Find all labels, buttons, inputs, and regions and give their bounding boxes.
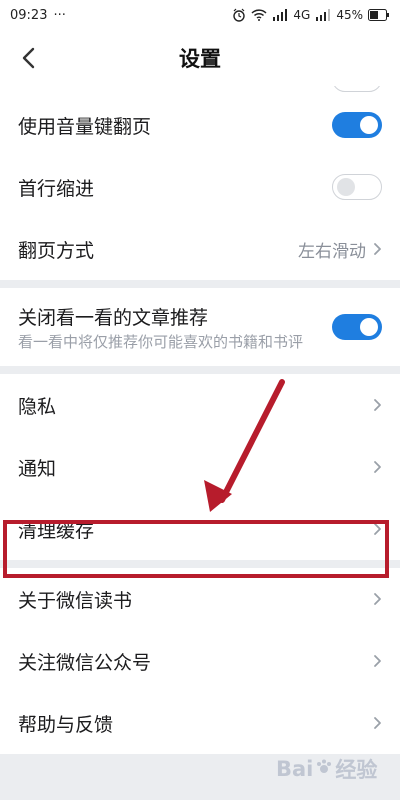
privacy-label: 隐私 xyxy=(18,395,57,418)
toggle-partial xyxy=(332,86,382,92)
chevron-right-icon xyxy=(374,243,381,255)
chevron-right-icon xyxy=(374,593,381,605)
clear-cache-row[interactable]: 清理缓存 xyxy=(0,498,400,560)
section-divider xyxy=(0,560,400,568)
watermark-brand-2: 经验 xyxy=(335,758,378,782)
reading-settings-group: 使用音量键翻页 首行缩进 翻页方式 左右滑动 xyxy=(0,86,400,280)
close-recommend-label: 关闭看一看的文章推荐 xyxy=(18,306,209,329)
page-title: 设置 xyxy=(179,47,221,71)
first-line-indent-label: 首行缩进 xyxy=(18,177,95,200)
chevron-right-icon xyxy=(374,399,381,411)
previous-row-peek xyxy=(0,86,400,94)
close-recommend-toggle[interactable] xyxy=(332,314,382,340)
page-turn-mode-label: 翻页方式 xyxy=(18,239,95,262)
close-recommend-row[interactable]: 关闭看一看的文章推荐 看一看中将仅推荐你可能喜欢的书籍和书评 xyxy=(0,288,400,366)
follow-official-account-label: 关注微信公众号 xyxy=(18,651,152,674)
baidu-watermark: Bai 经验 xyxy=(276,746,396,792)
help-feedback-label: 帮助与反馈 xyxy=(18,713,114,736)
volume-page-turn-toggle[interactable] xyxy=(332,112,382,138)
about-wechat-read-row[interactable]: 关于微信读书 xyxy=(0,568,400,630)
battery-percent: 45% xyxy=(336,8,363,22)
page-turn-mode-row[interactable]: 翻页方式 左右滑动 xyxy=(0,218,400,280)
first-line-indent-toggle[interactable] xyxy=(332,174,382,200)
status-bar: 09:23 ··· 4G 45% xyxy=(0,0,400,30)
wifi-icon xyxy=(251,9,267,21)
about-settings-group: 关于微信读书 关注微信公众号 帮助与反馈 xyxy=(0,568,400,754)
section-divider xyxy=(0,366,400,374)
status-dots: ··· xyxy=(53,7,66,23)
network-type: 4G xyxy=(293,8,311,22)
chevron-right-icon xyxy=(374,523,381,535)
battery-icon xyxy=(368,9,390,21)
volume-page-turn-label: 使用音量键翻页 xyxy=(18,115,152,138)
clear-cache-label: 清理缓存 xyxy=(18,519,95,542)
chevron-right-icon xyxy=(374,461,381,473)
chevron-right-icon xyxy=(374,717,381,729)
notification-row[interactable]: 通知 xyxy=(0,436,400,498)
notification-label: 通知 xyxy=(18,457,57,480)
watermark-brand: Bai xyxy=(276,757,314,781)
settings-list: 使用音量键翻页 首行缩进 翻页方式 左右滑动 关闭看一看的文章推荐 看一看中将仅… xyxy=(0,86,400,754)
alarm-icon xyxy=(232,8,246,22)
volume-page-turn-row[interactable]: 使用音量键翻页 xyxy=(0,94,400,156)
chevron-right-icon xyxy=(374,655,381,667)
section-divider xyxy=(0,280,400,288)
privacy-settings-group: 隐私 通知 清理缓存 xyxy=(0,374,400,560)
signal-icon xyxy=(315,9,331,21)
chevron-left-icon xyxy=(22,47,35,69)
toggle-knob xyxy=(360,318,378,336)
first-line-indent-row[interactable]: 首行缩进 xyxy=(0,156,400,218)
recommend-settings-group: 关闭看一看的文章推荐 看一看中将仅推荐你可能喜欢的书籍和书评 xyxy=(0,288,400,366)
about-wechat-read-label: 关于微信读书 xyxy=(18,589,133,612)
paw-icon xyxy=(315,757,333,781)
toggle-knob xyxy=(360,116,378,134)
signal-icon xyxy=(272,9,288,21)
follow-official-account-row[interactable]: 关注微信公众号 xyxy=(0,630,400,692)
back-button[interactable] xyxy=(12,42,44,74)
privacy-row[interactable]: 隐私 xyxy=(0,374,400,436)
status-time: 09:23 xyxy=(10,7,48,23)
help-feedback-row[interactable]: 帮助与反馈 xyxy=(0,692,400,754)
toggle-knob xyxy=(337,178,355,196)
page-turn-mode-value: 左右滑动 xyxy=(298,241,366,262)
nav-bar: 设置 xyxy=(0,30,400,86)
close-recommend-description: 看一看中将仅推荐你可能喜欢的书籍和书评 xyxy=(18,332,304,351)
